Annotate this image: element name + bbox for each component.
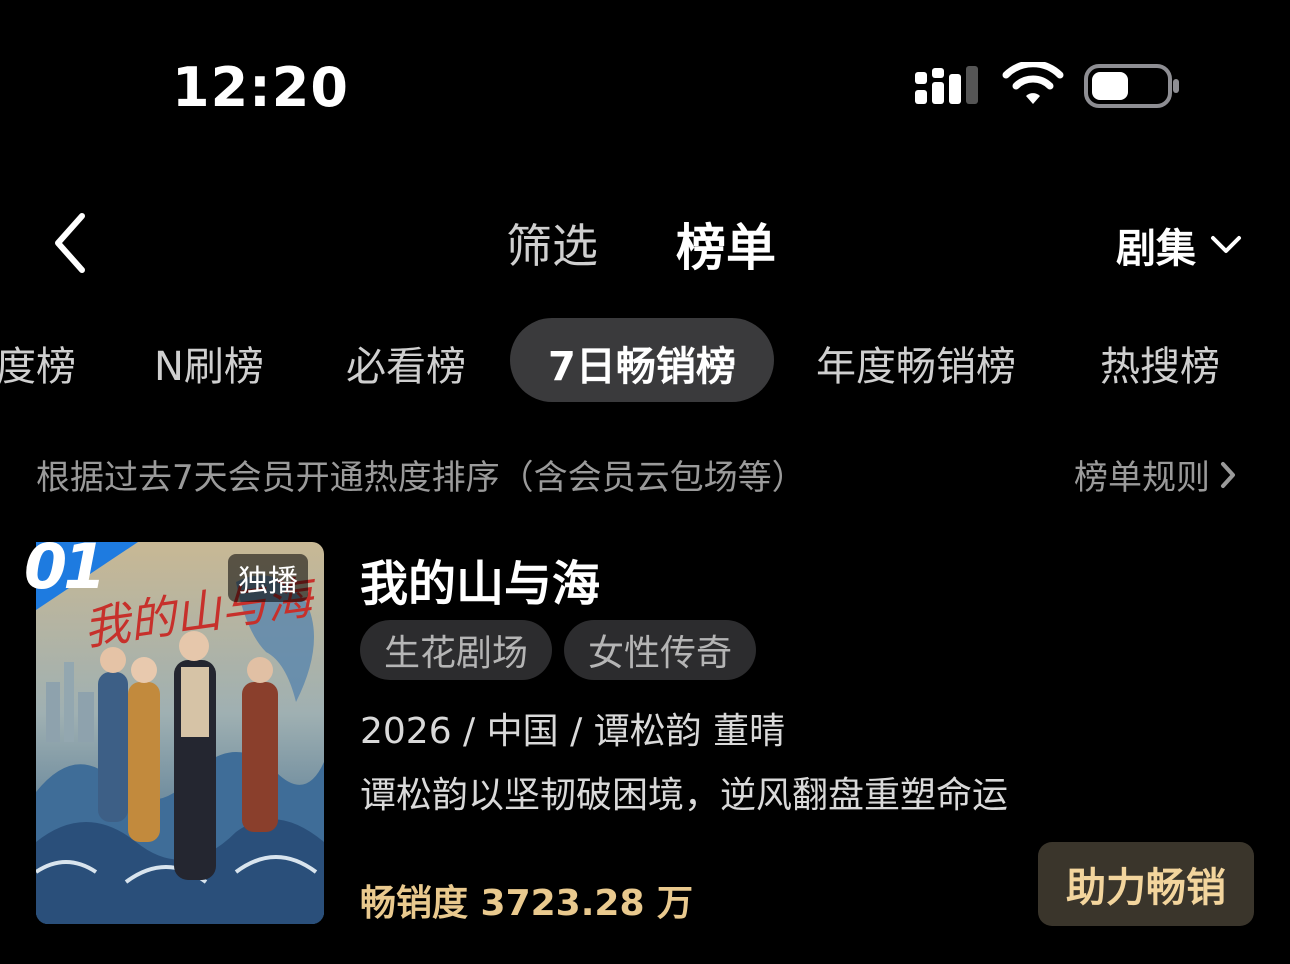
show-synopsis: 谭松韵以坚韧破困境，逆风翻盘重塑命运: [360, 775, 1009, 816]
genre-tag[interactable]: 女性传奇: [564, 620, 756, 680]
tab-n-rewatch[interactable]: N刷榜: [154, 334, 264, 392]
ranking-description: 根据过去7天会员开通热度排序（含会员云包场等）: [36, 458, 806, 498]
genre-tag[interactable]: 生花剧场: [360, 620, 552, 680]
ranking-rules-label: 榜单规则: [1074, 458, 1210, 498]
chevron-down-icon: [1211, 236, 1241, 253]
chevron-right-icon: [1221, 461, 1235, 488]
tab-annual-bestseller[interactable]: 年度畅销榜: [816, 334, 1016, 392]
tab-7day-bestseller[interactable]: 7日畅销榜: [548, 334, 736, 392]
ranking-rules-link[interactable]: 榜单规则: [1074, 450, 1236, 499]
exclusive-badge: 独播: [228, 554, 308, 602]
sales-score: 畅销度 3723.28 万: [360, 883, 694, 924]
category-dropdown[interactable]: 剧集: [1116, 216, 1242, 274]
wifi-icon: [1002, 62, 1064, 104]
tab-hot-search[interactable]: 热搜榜: [1100, 334, 1220, 392]
show-title[interactable]: 我的山与海: [360, 544, 600, 614]
back-arrow-icon[interactable]: [50, 212, 90, 274]
category-dropdown-label: 剧集: [1116, 226, 1196, 272]
show-meta: 2026 / 中国 / 谭松韵 董晴: [360, 711, 786, 752]
rank-number: 01: [24, 530, 106, 603]
tab-filter[interactable]: 筛选: [506, 210, 598, 276]
cellular-signal-icon: [915, 66, 978, 104]
status-time: 12:20: [172, 56, 349, 119]
boost-sales-button[interactable]: 助力畅销: [1038, 842, 1254, 926]
tab-must-watch[interactable]: 必看榜: [346, 334, 466, 392]
tab-ranking[interactable]: 榜单: [676, 208, 776, 280]
tab-ranking-partial[interactable]: 度榜: [0, 334, 76, 392]
battery-icon: [1084, 64, 1179, 108]
